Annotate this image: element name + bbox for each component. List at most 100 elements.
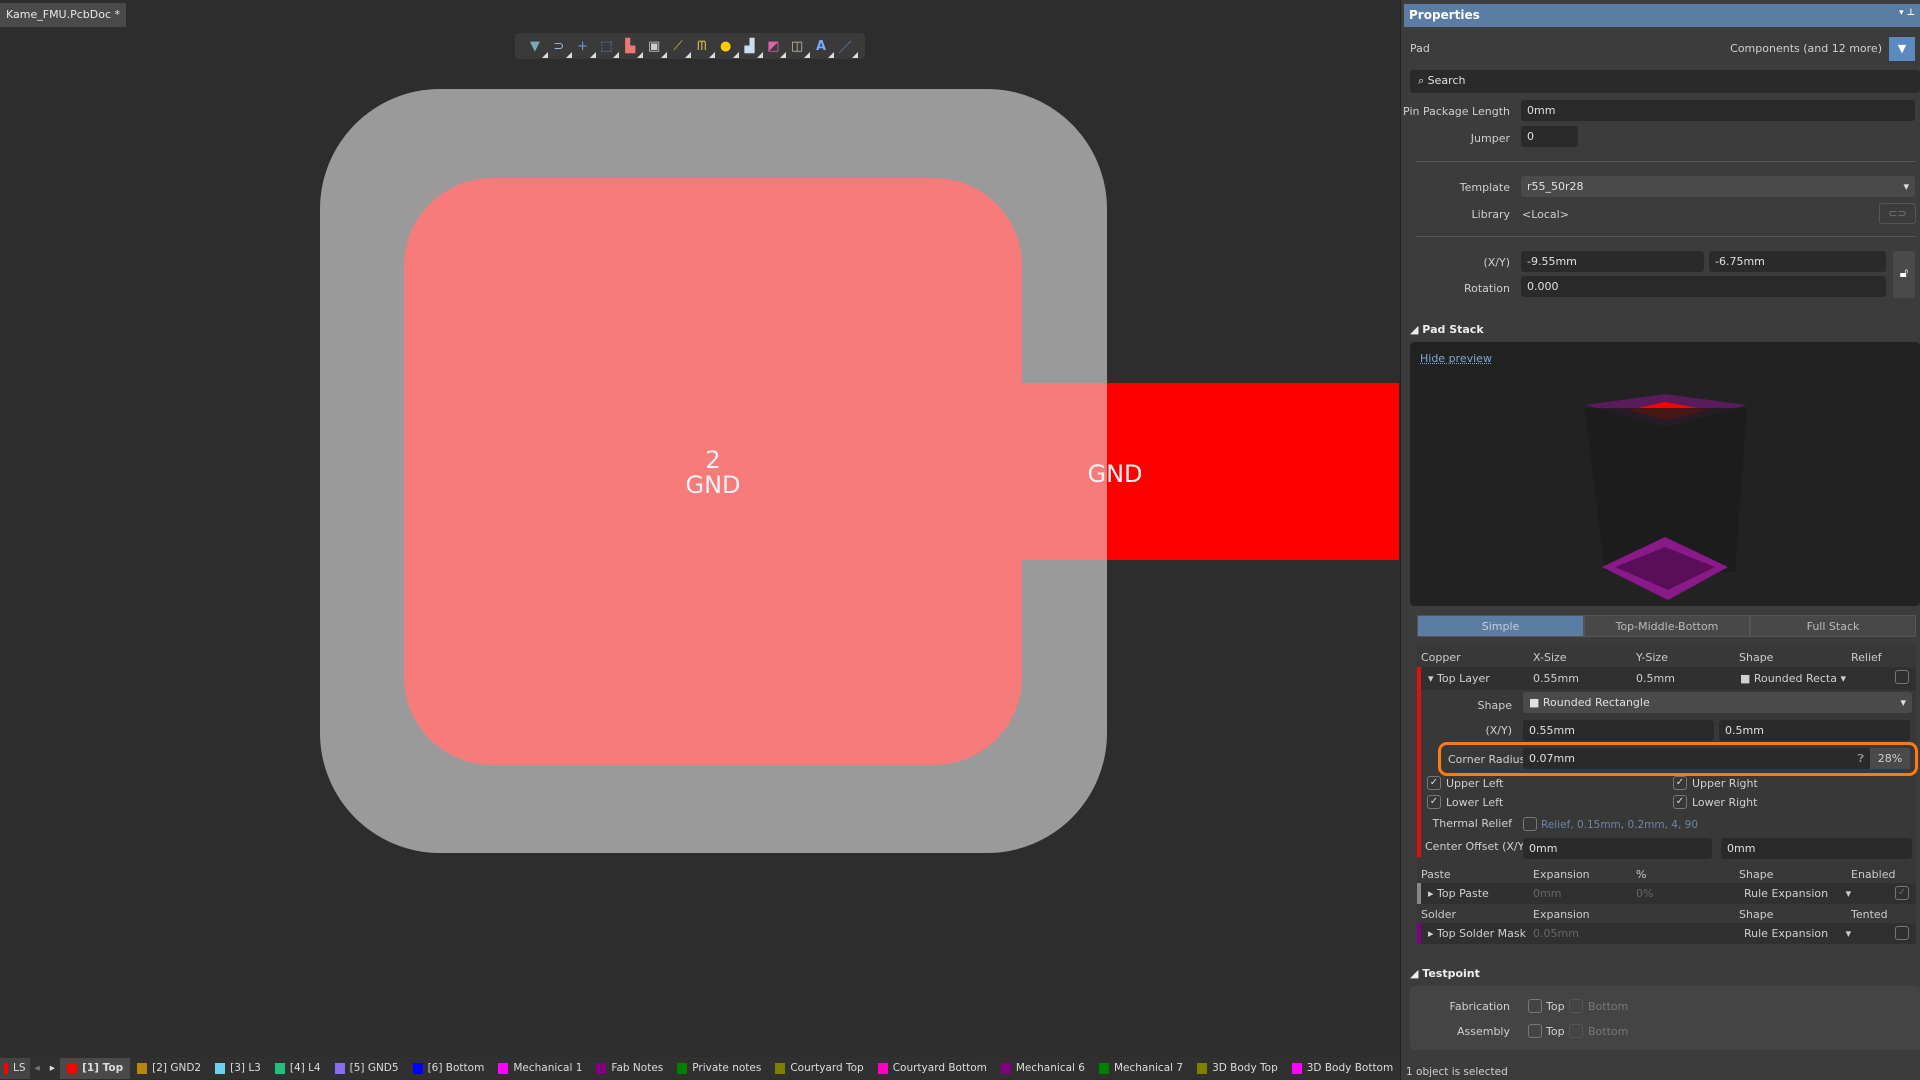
route-icon[interactable]: ⟋ bbox=[669, 37, 691, 58]
layer-label: Private notes bbox=[692, 1062, 762, 1074]
scroll-right-icon[interactable]: ▸ bbox=[45, 1058, 60, 1079]
tented-checkbox[interactable] bbox=[1895, 926, 1909, 940]
top-solder-expansion: 0.05mm bbox=[1533, 927, 1579, 940]
col-shape: Shape bbox=[1739, 868, 1774, 881]
layer-tab[interactable]: Mechanical 1 bbox=[491, 1058, 589, 1079]
interactive-route-icon[interactable]: ᗰ bbox=[693, 37, 715, 58]
component-icon[interactable]: ▣ bbox=[645, 37, 668, 58]
layer-tab[interactable]: Mechanical 6 bbox=[994, 1058, 1092, 1079]
pin-package-length-label: Pin Package Length bbox=[1403, 105, 1510, 118]
layer-tab[interactable]: Mechanical 7 bbox=[1092, 1058, 1190, 1079]
assembly-label: Assembly bbox=[1456, 1025, 1510, 1038]
cross-icon[interactable]: + bbox=[574, 37, 596, 58]
layer-color-swatch bbox=[596, 1062, 607, 1074]
thermal-relief-checkbox[interactable] bbox=[1523, 817, 1537, 831]
pin-package-length-input[interactable]: 0mm bbox=[1521, 100, 1915, 121]
layer-tab[interactable]: [5] GND5 bbox=[328, 1058, 406, 1079]
tab-top-middle-bottom[interactable]: Top-Middle-Bottom bbox=[1584, 615, 1750, 637]
layer-tab[interactable]: Fab Notes bbox=[589, 1058, 670, 1079]
lower-left-checkbox[interactable]: ✓ Lower Left bbox=[1427, 795, 1503, 809]
top-layer-shape-dropdown[interactable]: ■ Rounded Recta ▾ bbox=[1740, 672, 1846, 685]
size-x-input[interactable]: 0.55mm bbox=[1523, 720, 1714, 741]
top-layer-shape: Rounded Recta bbox=[1753, 672, 1837, 685]
link-icon[interactable]: ⊂⊃ bbox=[1879, 203, 1916, 224]
assembly-bottom-checkbox[interactable] bbox=[1569, 1024, 1583, 1038]
x-input[interactable]: -9.55mm bbox=[1521, 251, 1704, 272]
filter-icon[interactable]: ▼ bbox=[526, 37, 548, 58]
layer-tab[interactable]: [2] GND2 bbox=[130, 1058, 208, 1079]
tab-full-stack[interactable]: Full Stack bbox=[1750, 615, 1916, 637]
layer-label: Fab Notes bbox=[611, 1062, 664, 1074]
line-icon[interactable]: ／ bbox=[836, 37, 858, 58]
layer-tab[interactable]: 3D Body Bottom bbox=[1285, 1058, 1400, 1079]
layer-color-swatch bbox=[775, 1062, 786, 1074]
polygon-icon[interactable]: ▟ bbox=[741, 37, 763, 58]
magnet-icon[interactable]: ⊃ bbox=[550, 37, 572, 58]
top-paste-shape-dropdown[interactable]: Rule Expansion ▾ bbox=[1744, 887, 1851, 900]
layer-tab[interactable]: [4] L4 bbox=[268, 1058, 328, 1079]
panel-title: Properties bbox=[1409, 8, 1480, 22]
top-layer-y-size[interactable]: 0.5mm bbox=[1636, 672, 1675, 685]
help-icon[interactable]: ❓︎ bbox=[1857, 752, 1864, 766]
pad-stack-preview: Hide preview bbox=[1410, 342, 1920, 606]
top-layer-label: Top Layer bbox=[1437, 672, 1490, 685]
corner-radius-label: Corner Radius bbox=[1448, 753, 1526, 766]
top-solder-name[interactable]: ▸ Top Solder Mask bbox=[1428, 927, 1526, 940]
upper-right-checkbox[interactable]: ✓ Upper Right bbox=[1673, 776, 1758, 790]
status-text: 1 object is selected bbox=[1406, 1066, 1508, 1078]
layer-tab[interactable]: [6] Bottom bbox=[406, 1058, 492, 1079]
upper-left-checkbox[interactable]: ✓ Upper Left bbox=[1427, 776, 1504, 790]
jumper-stepper[interactable]: 0 bbox=[1521, 126, 1578, 147]
copper-trace[interactable] bbox=[1107, 383, 1399, 560]
rotation-input[interactable]: 0.000 bbox=[1521, 276, 1886, 297]
paste-enabled-checkbox[interactable]: ✓ bbox=[1895, 886, 1909, 900]
layer-label: [3] L3 bbox=[230, 1062, 261, 1074]
library-label: Library bbox=[1471, 208, 1510, 221]
pad-stack-header[interactable]: ◢ Pad Stack bbox=[1410, 323, 1484, 336]
top-paste-name[interactable]: ▸ Top Paste bbox=[1428, 887, 1489, 900]
testpoint-header[interactable]: ◢ Testpoint bbox=[1410, 967, 1480, 980]
tab-simple[interactable]: Simple bbox=[1417, 615, 1584, 637]
relief-checkbox[interactable] bbox=[1895, 670, 1909, 684]
y-input[interactable]: -6.75mm bbox=[1709, 251, 1886, 272]
layer-label: 3D Body Top bbox=[1212, 1062, 1278, 1074]
corner-radius-percent[interactable]: 28% bbox=[1870, 748, 1910, 769]
assembly-top-label: Top bbox=[1546, 1025, 1565, 1038]
layer-color-swatch bbox=[67, 1062, 78, 1074]
layer-tab[interactable]: [3] L3 bbox=[208, 1058, 268, 1079]
top-solder-shape-dropdown[interactable]: Rule Expansion ▾ bbox=[1744, 927, 1851, 940]
corner-radius-input[interactable]: 0.07mm ❓︎ bbox=[1523, 748, 1870, 769]
layer-tab[interactable]: 3D Body Top bbox=[1190, 1058, 1285, 1079]
template-dropdown[interactable]: r55_50r28 ▾ bbox=[1521, 176, 1915, 197]
layer-tab[interactable]: Courtyard Top bbox=[768, 1058, 870, 1079]
select-rect-icon[interactable]: ⬚ bbox=[597, 37, 620, 58]
layer-tab[interactable]: Courtyard Bottom bbox=[871, 1058, 994, 1079]
xy-label: (X/Y) bbox=[1483, 256, 1510, 269]
text-icon[interactable]: A bbox=[812, 37, 835, 58]
search-input[interactable]: ⌕ Search bbox=[1410, 70, 1920, 93]
dimension-icon[interactable]: ◩ bbox=[764, 37, 787, 58]
fabrication-top-checkbox[interactable] bbox=[1528, 999, 1542, 1013]
fabrication-bottom-checkbox[interactable] bbox=[1569, 999, 1583, 1013]
lower-right-checkbox[interactable]: ✓ Lower Right bbox=[1673, 795, 1757, 809]
top-layer-x-size[interactable]: 0.55mm bbox=[1533, 672, 1579, 685]
string-icon[interactable]: ◫ bbox=[788, 37, 811, 58]
center-offset-x-input[interactable]: 0mm bbox=[1523, 838, 1712, 859]
layer-tab[interactable]: [1] Top bbox=[60, 1057, 131, 1079]
filter-button[interactable]: ▼ bbox=[1889, 37, 1915, 61]
lock-icon[interactable]: 🔓︎ bbox=[1893, 251, 1915, 298]
assembly-top-checkbox[interactable] bbox=[1528, 1024, 1542, 1038]
top-layer-name[interactable]: ▾ Top Layer bbox=[1428, 672, 1490, 685]
shape-dropdown[interactable]: ■ Rounded Rectangle ▾ bbox=[1523, 692, 1912, 713]
layer-color-swatch bbox=[498, 1062, 509, 1074]
layer-color-swatch bbox=[1291, 1062, 1302, 1074]
center-offset-y-input[interactable]: 0mm bbox=[1721, 838, 1912, 859]
scroll-left-icon[interactable]: ◂ bbox=[30, 1058, 45, 1079]
panel-menu-pin-icon[interactable]: ▾ ⊥ bbox=[1899, 8, 1915, 18]
layer-tab[interactable]: Private notes bbox=[670, 1058, 768, 1079]
align-icon[interactable]: ▙ bbox=[621, 37, 644, 58]
layer-set-button[interactable]: LS bbox=[0, 1057, 30, 1079]
document-tab[interactable]: Kame_FMU.PcbDoc * bbox=[0, 3, 127, 27]
via-icon[interactable]: ● bbox=[717, 37, 739, 58]
size-y-input[interactable]: 0.5mm bbox=[1719, 720, 1910, 741]
